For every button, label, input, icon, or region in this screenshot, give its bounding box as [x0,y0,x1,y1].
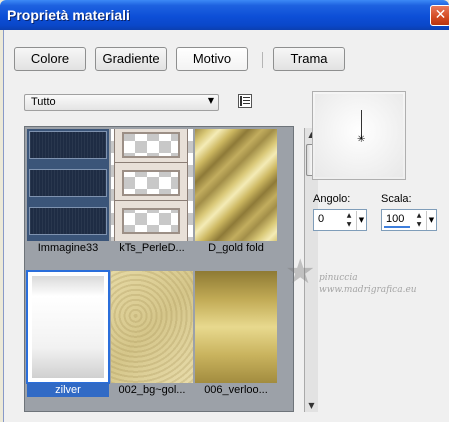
scale-value: 100 [386,213,405,225]
tab-colore[interactable]: Colore [14,47,86,71]
category-select[interactable]: Tutto ▼ [24,94,219,111]
title-bar: Proprietà materiali [0,0,449,30]
pattern-tile-perle[interactable]: kTs_PerleD... [111,129,193,254]
list-view-icon[interactable] [238,94,252,108]
window-title: Proprietà materiali [7,7,130,23]
close-icon: ✕ [434,7,447,23]
angle-label: Angolo: [313,193,351,205]
category-select-value: Tutto [31,96,56,108]
star-icon: ★ [285,252,316,292]
tab-divider [262,52,263,68]
pattern-tile-verloop[interactable]: 006_verloo... [195,271,277,396]
angle-value: 0 [318,213,325,225]
tab-motivo[interactable]: Motivo [176,47,248,71]
angle-handle-icon: ✳ [357,134,366,145]
pattern-label: zilver [27,383,109,397]
pattern-tile-bg-gold[interactable]: 002_bg~gol... [111,271,193,396]
angle-stepper[interactable]: ▲ ▼ [344,211,354,230]
pattern-preview[interactable]: ✳ [312,91,406,180]
pattern-tile-immagine33[interactable]: Immagine33 [27,129,109,254]
pattern-label: 002_bg~gol... [118,384,186,396]
chevron-down-icon[interactable]: ▼ [414,220,424,229]
tab-label: Trama [290,51,328,66]
pattern-thumbnail [111,129,193,241]
scale-label: Scala: [381,193,412,205]
chevron-up-icon[interactable]: ▲ [344,211,354,220]
scale-spinner[interactable]: 100 ▲ ▼ ▼ [381,209,437,231]
close-button[interactable]: ✕ [430,5,449,26]
pattern-thumbnail [27,129,109,241]
pattern-thumbnail [111,271,193,383]
scale-dropdown-icon[interactable]: ▼ [426,211,436,230]
scroll-down-icon[interactable]: ▼ [305,399,318,412]
chevron-up-icon[interactable]: ▲ [414,211,424,220]
angle-spinner[interactable]: 0 ▲ ▼ ▼ [313,209,367,231]
chevron-down-icon[interactable]: ▼ [344,220,354,229]
chevron-down-icon: ▼ [207,96,214,105]
pattern-label: Immagine33 [37,242,99,254]
tab-trama[interactable]: Trama [273,47,345,71]
tab-label: Colore [30,51,70,66]
tab-label: Gradiente [102,51,160,66]
tab-label: Motivo [192,51,232,66]
pattern-thumbnail [195,129,277,241]
pattern-tile-zilver[interactable]: zilver [26,270,110,397]
pattern-label: D_gold fold [208,242,264,254]
watermark: ★ pinuccia www.madrigrafica.eu [285,255,449,305]
pattern-thumbnail [195,271,277,383]
pattern-tile-gold-fold[interactable]: D_gold fold [195,129,277,254]
pattern-label: kTs_PerleD... [119,242,185,254]
watermark-url: www.madrigrafica.eu [319,285,417,295]
pattern-grid: Immagine33 kTs_PerleD... D_gold fold zil… [24,126,318,412]
angle-dropdown-icon[interactable]: ▼ [356,211,366,230]
scale-indicator [384,226,410,228]
tab-gradiente[interactable]: Gradiente [95,47,167,71]
pattern-thumbnail [26,270,110,384]
scale-stepper[interactable]: ▲ ▼ [414,211,424,230]
watermark-name: pinuccia [319,273,358,283]
pattern-label: 006_verloo... [204,384,268,396]
